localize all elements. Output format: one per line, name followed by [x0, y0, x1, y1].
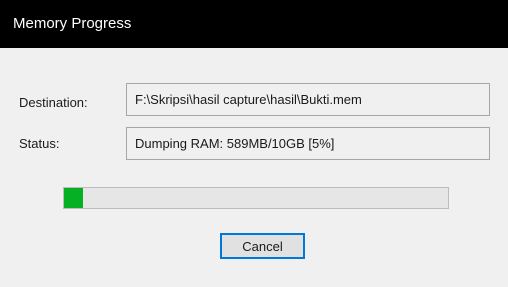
- cancel-button[interactable]: Cancel: [220, 233, 305, 259]
- memory-progress-dialog: Memory Progress Destination: F:\Skripsi\…: [0, 0, 508, 287]
- progress-bar: [63, 187, 449, 209]
- status-field: Dumping RAM: 589MB/10GB [5%]: [126, 127, 490, 160]
- window-title: Memory Progress: [13, 15, 132, 32]
- destination-field: F:\Skripsi\hasil capture\hasil\Bukti.mem: [126, 83, 490, 116]
- progress-bar-fill: [64, 188, 84, 208]
- status-label: Status:: [19, 136, 60, 151]
- destination-label: Destination:: [19, 95, 88, 110]
- title-bar[interactable]: Memory Progress: [0, 0, 508, 48]
